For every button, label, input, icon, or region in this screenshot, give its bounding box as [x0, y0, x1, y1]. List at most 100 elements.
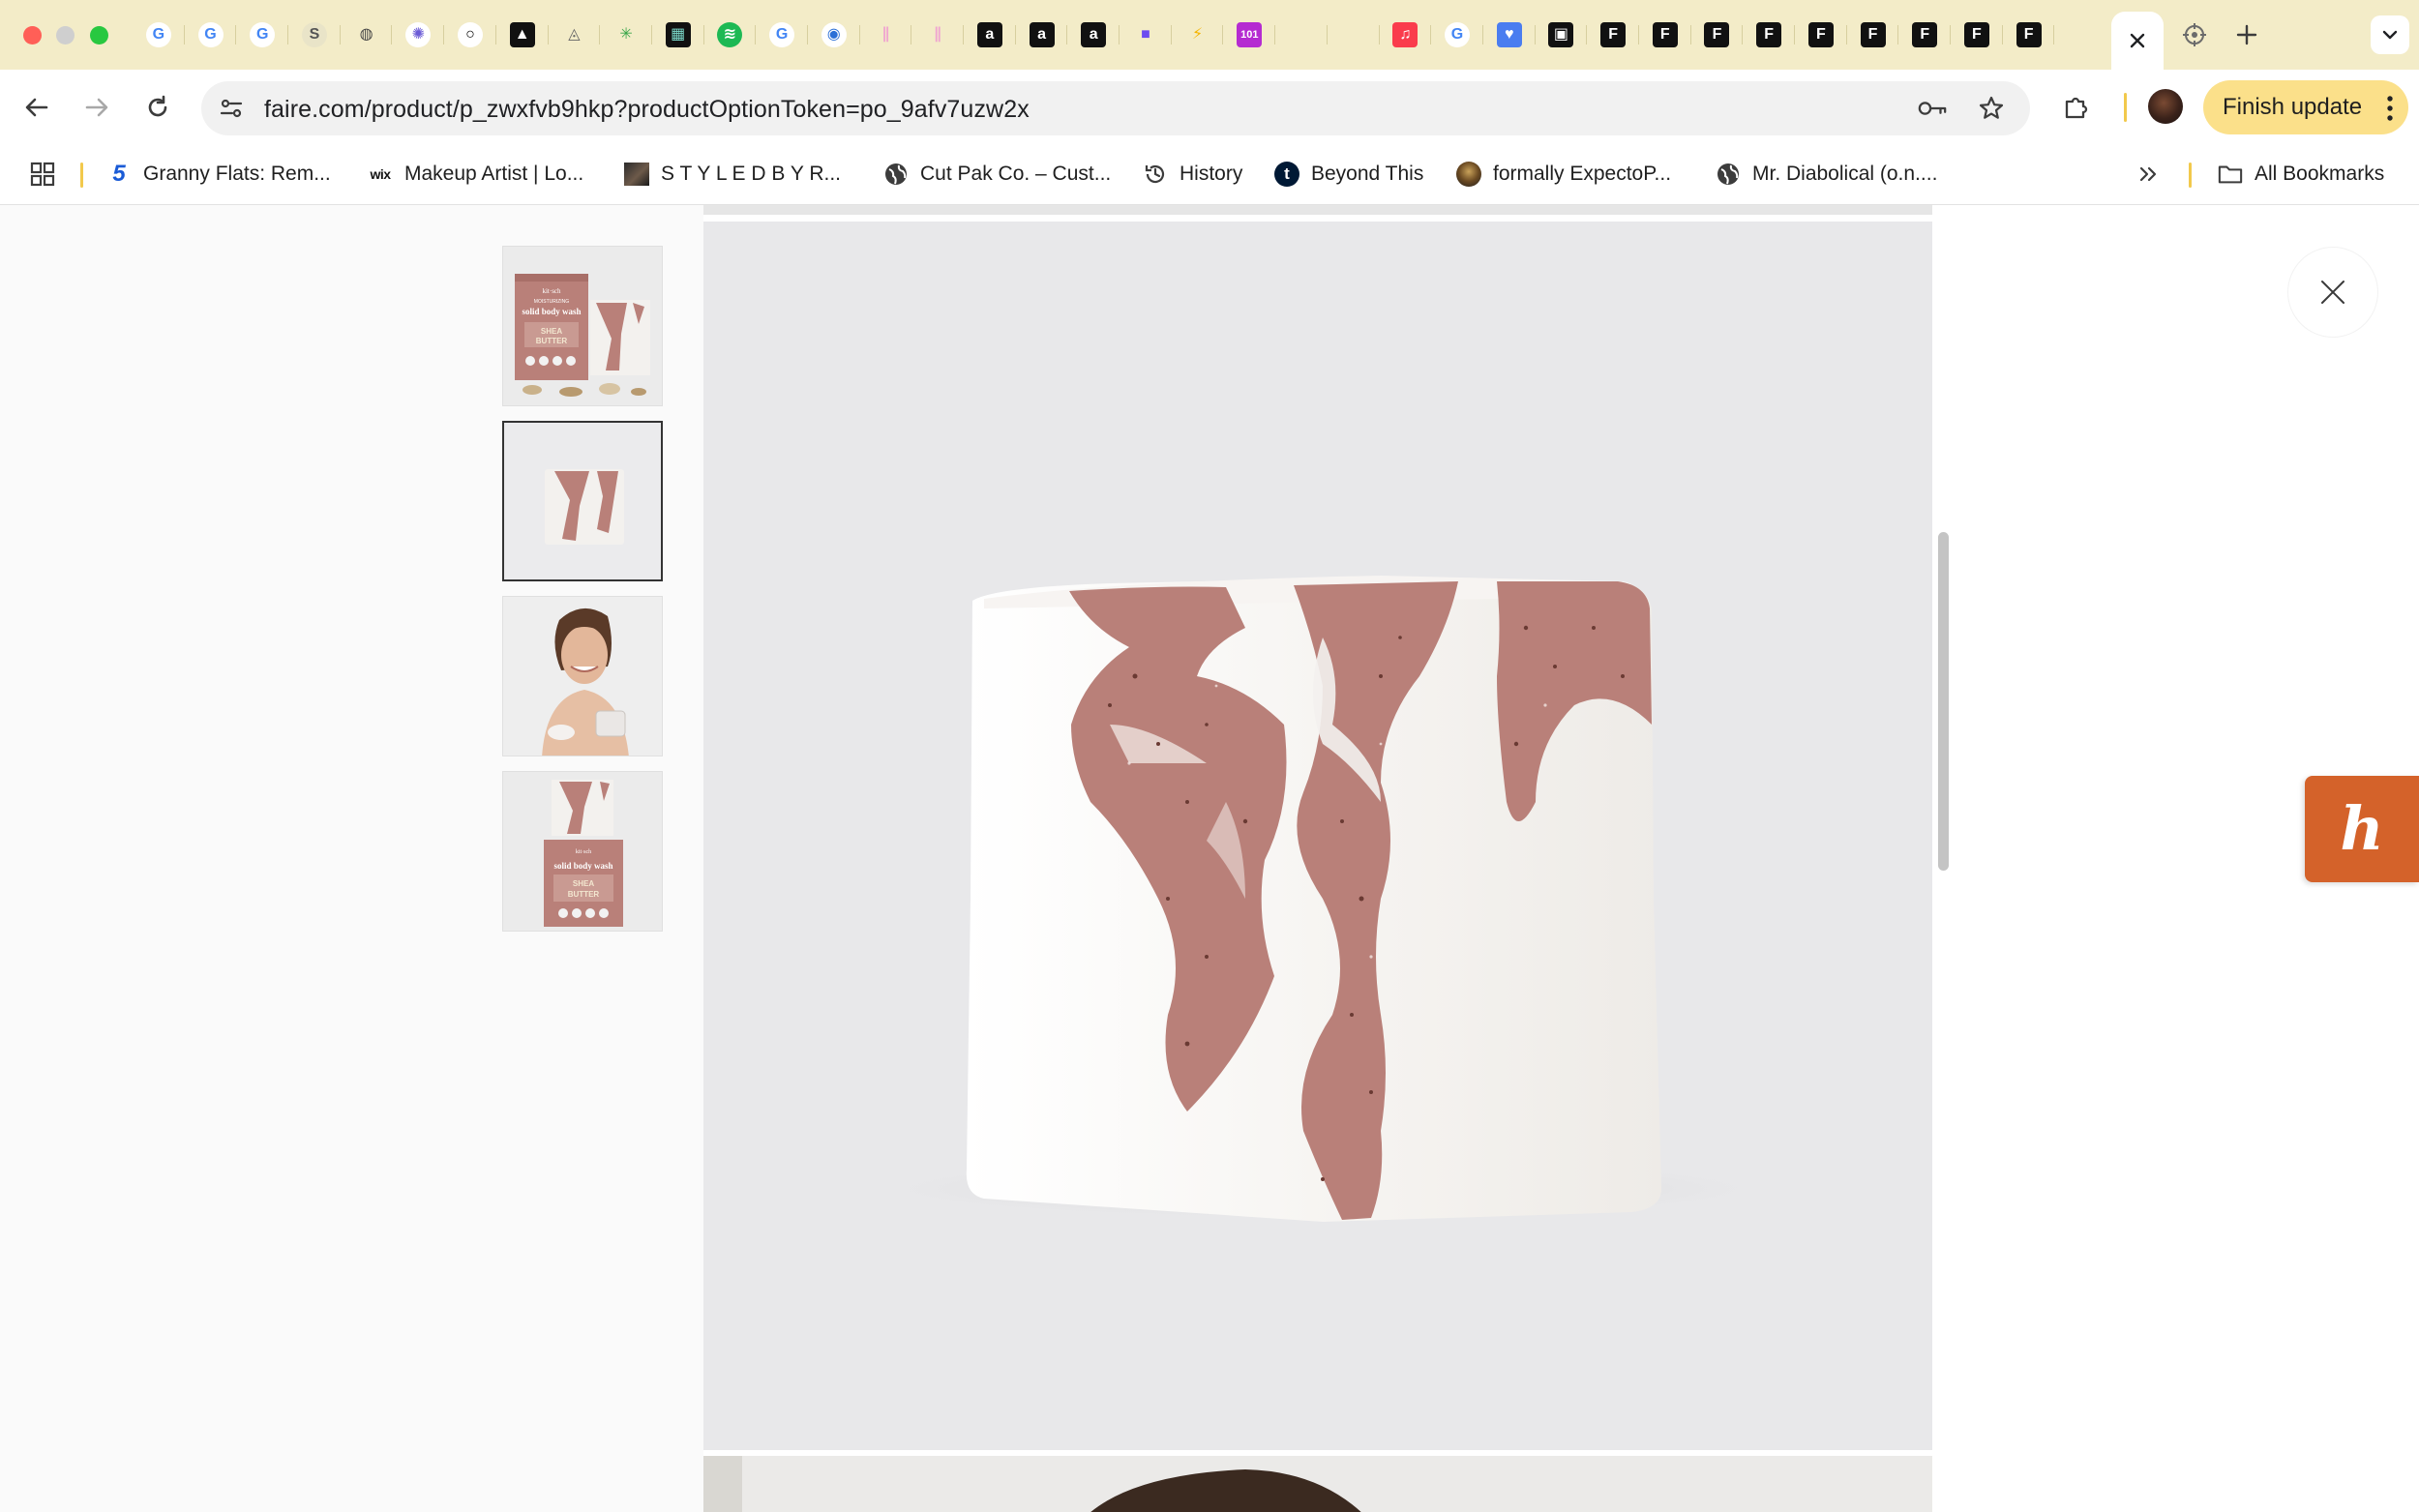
browser-tab[interactable]: ♫ [1380, 14, 1432, 56]
bookmark-mr-diabolical[interactable]: Mr. Diabolical (o.n.... [1716, 158, 1937, 191]
reload-icon [148, 95, 167, 117]
circle-app-icon: ◉ [821, 22, 847, 47]
globe-icon [883, 162, 909, 187]
browser-tab[interactable]: ♥ [1483, 14, 1536, 56]
bookmark-label: Granny Flats: Rem... [143, 163, 331, 185]
bookmark-star-icon[interactable] [1976, 93, 2007, 124]
reload-button[interactable] [138, 88, 177, 127]
bookmark-makeup-artist[interactable]: wix Makeup Artist | Lo... [368, 158, 583, 191]
main-product-image[interactable] [703, 222, 1932, 1450]
ascend-icon: ▲ [509, 22, 535, 47]
folder-icon [2218, 162, 2243, 187]
browser-tab[interactable]: F [1587, 14, 1639, 56]
close-tab-icon[interactable] [2128, 31, 2147, 50]
close-window-button[interactable] [23, 26, 42, 44]
url-text[interactable]: faire.com/product/p_zwxfvb9hkp?productOp… [264, 96, 1030, 124]
finish-update-button[interactable]: Finish update [2203, 80, 2408, 134]
bookmark-beyond-this[interactable]: t Beyond This [1274, 158, 1423, 191]
browser-tab[interactable]: ◍ [341, 14, 393, 56]
ring-icon: ○ [457, 22, 483, 47]
close-viewer-button[interactable] [2288, 248, 2377, 337]
thumbnail-bar[interactable] [502, 421, 663, 581]
extensions-button[interactable] [2057, 88, 2096, 127]
thumbnail-bar-on-box[interactable]: kit·sch solid body wash SHEA BUTTER [502, 771, 663, 932]
more-bookmarks-button[interactable] [2136, 158, 2160, 191]
profile-avatar[interactable] [2148, 89, 2183, 124]
bookmark-label: formally ExpectoP... [1493, 163, 1672, 185]
browser-tab[interactable]: F [1898, 14, 1951, 56]
zoom-window-button[interactable] [90, 26, 108, 44]
browser-tab[interactable]: F [1691, 14, 1744, 56]
browser-tab[interactable]: a [1067, 14, 1120, 56]
google-icon: G [250, 22, 276, 47]
active-tab[interactable] [2111, 12, 2164, 70]
all-bookmarks-button[interactable]: All Bookmarks [2218, 158, 2384, 191]
browser-tab[interactable]: ≋ [704, 14, 757, 56]
heart-chat-icon: ♥ [1496, 22, 1522, 47]
google-icon: G [769, 22, 795, 47]
site-info-icon[interactable] [216, 93, 247, 124]
browser-tab[interactable]: F [1847, 14, 1899, 56]
browser-tab[interactable] [1328, 14, 1380, 56]
browser-tab[interactable]: ✺ [392, 14, 444, 56]
browser-tab[interactable]: G [1431, 14, 1483, 56]
browser-tab[interactable]: F [1639, 14, 1691, 56]
browser-tab[interactable]: a [1016, 14, 1068, 56]
bookmark-formally-expecto[interactable]: formally ExpectoP... [1456, 158, 1671, 191]
new-tab-button[interactable] [2231, 19, 2262, 50]
browser-tab[interactable]: ○ [444, 14, 496, 56]
honey-h-icon: h [2340, 793, 2384, 864]
browser-tab[interactable]: ▲ [496, 14, 549, 56]
pink-link-icon: ∥ [925, 22, 951, 47]
browser-tab[interactable]: ▦ [652, 14, 704, 56]
browser-tab[interactable]: ∥ [860, 14, 912, 56]
browser-tab[interactable]: ✳ [600, 14, 652, 56]
previous-image-edge [703, 205, 1932, 215]
browser-tab[interactable] [1275, 14, 1328, 56]
browser-tab[interactable]: ▣ [1536, 14, 1588, 56]
scrollbar-thumb[interactable] [1938, 532, 1949, 871]
browser-tab[interactable]: G [133, 14, 185, 56]
browser-tab[interactable]: a [964, 14, 1016, 56]
browser-tab[interactable]: ∥ [911, 14, 964, 56]
bookmark-granny-flats[interactable]: 5 Granny Flats: Rem... [106, 158, 331, 191]
bookmark-history[interactable]: History [1143, 158, 1242, 191]
faire-icon: F [1600, 22, 1627, 47]
browser-tab[interactable]: G [756, 14, 808, 56]
browser-tab[interactable]: F [1795, 14, 1847, 56]
browser-toolbar: faire.com/product/p_zwxfvb9hkp?productOp… [0, 70, 2419, 145]
tab-search-button[interactable] [2371, 15, 2409, 54]
browser-tab[interactable]: F [1951, 14, 2003, 56]
browser-tab[interactable]: ⚡ [1172, 14, 1224, 56]
browser-tab[interactable]: G [185, 14, 237, 56]
bookmark-cut-pak[interactable]: Cut Pak Co. – Cust... [883, 158, 1111, 191]
browser-tab[interactable]: ◬ [549, 14, 601, 56]
browser-tab[interactable]: F [1743, 14, 1795, 56]
video-camera-icon: ■ [1132, 22, 1158, 47]
product-image-viewer: kit·sch MOISTURIZING solid body wash SHE… [0, 205, 2419, 1512]
browser-tab[interactable]: 101 [1223, 14, 1275, 56]
bookmark-styled-by[interactable]: S T Y L E D B Y R... [624, 158, 841, 191]
thumbnail-model[interactable] [502, 596, 663, 756]
spotify-icon: ≋ [717, 22, 743, 47]
browser-tab[interactable]: ■ [1120, 14, 1172, 56]
next-product-image[interactable] [703, 1456, 1932, 1512]
back-button[interactable] [17, 88, 56, 127]
chevron-down-icon [2382, 30, 2398, 40]
browser-tab[interactable]: G [236, 14, 288, 56]
browser-tab[interactable]: S [288, 14, 341, 56]
address-bar[interactable]: faire.com/product/p_zwxfvb9hkp?productOp… [201, 81, 2030, 135]
honey-extension-button[interactable]: h [2305, 776, 2419, 882]
browser-tab[interactable]: ◉ [808, 14, 860, 56]
browser-tab[interactable]: F [2003, 14, 2055, 56]
forward-button[interactable] [77, 88, 116, 127]
globe-icon [1716, 162, 1741, 187]
thumbnail-box-and-bar[interactable]: kit·sch MOISTURIZING solid body wash SHE… [502, 246, 663, 406]
script-s-icon: S [301, 22, 327, 47]
sparkle-icon: ✳ [613, 22, 640, 47]
tab-extension-icon[interactable] [2179, 19, 2210, 50]
password-key-icon[interactable] [1917, 93, 1948, 124]
google-icon: G [1445, 22, 1471, 47]
minimize-window-button[interactable] [56, 26, 75, 44]
apps-button[interactable] [29, 158, 56, 191]
